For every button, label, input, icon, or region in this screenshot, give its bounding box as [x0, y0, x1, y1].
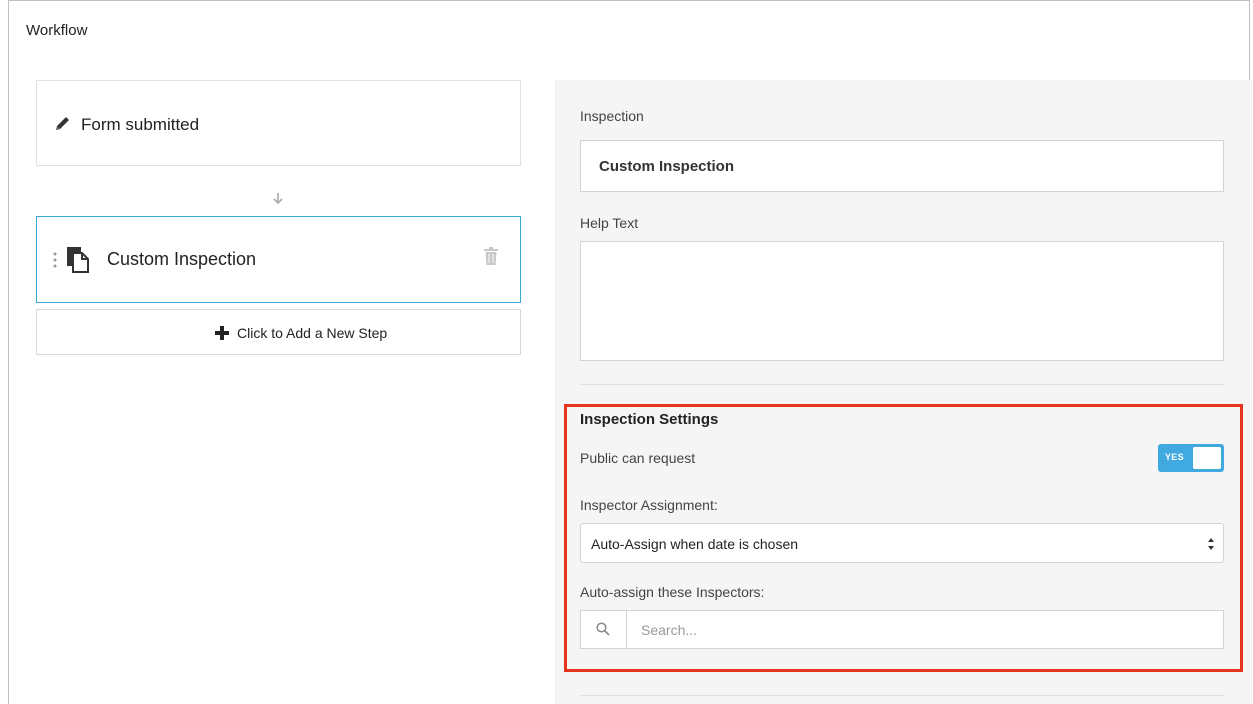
inspection-name-input[interactable]: Custom Inspection	[580, 140, 1224, 192]
trigger-step-label: Form submitted	[81, 115, 200, 134]
arrow-down-icon	[273, 193, 283, 205]
add-new-step-label: Click to Add a New Step	[237, 325, 388, 341]
trash-icon[interactable]	[483, 247, 499, 265]
bottom-divider	[580, 695, 1224, 696]
help-text-label: Help Text	[580, 215, 639, 231]
inspector-assignment-label: Inspector Assignment:	[580, 497, 718, 513]
public-can-request-toggle[interactable]: YES	[1158, 444, 1224, 472]
add-new-step-button[interactable]: Click to Add a New Step	[36, 309, 521, 355]
drag-handle-icon[interactable]	[53, 251, 57, 269]
custom-inspection-step-card[interactable]: Custom Inspection	[36, 216, 521, 303]
section-divider	[580, 384, 1224, 385]
inspector-search-field[interactable]	[580, 610, 1224, 649]
auto-assign-inspectors-label: Auto-assign these Inspectors:	[580, 584, 765, 600]
inspector-assignment-value: Auto-Assign when date is chosen	[591, 536, 799, 552]
inspection-label: Inspection	[580, 108, 644, 124]
public-can-request-label: Public can request	[580, 450, 696, 466]
document-icon	[67, 247, 89, 273]
inspector-assignment-select[interactable]: Auto-Assign when date is chosen	[580, 523, 1224, 563]
help-text-textarea[interactable]	[580, 241, 1224, 361]
select-arrows-icon	[1208, 538, 1214, 550]
search-icon-addon	[581, 611, 627, 648]
inspection-name-value: Custom Inspection	[599, 158, 735, 175]
custom-inspection-step-label: Custom Inspection	[107, 249, 257, 269]
trigger-step-card[interactable]: Form submitted	[36, 80, 521, 166]
plus-icon	[215, 326, 229, 340]
search-icon	[596, 622, 610, 636]
toggle-yes-text: YES	[1165, 452, 1184, 462]
toggle-knob	[1193, 447, 1221, 469]
inspector-search-input[interactable]	[627, 611, 1217, 648]
pencil-icon	[56, 117, 69, 130]
inspection-settings-title: Inspection Settings	[580, 411, 719, 428]
page-title: Workflow	[26, 22, 88, 39]
